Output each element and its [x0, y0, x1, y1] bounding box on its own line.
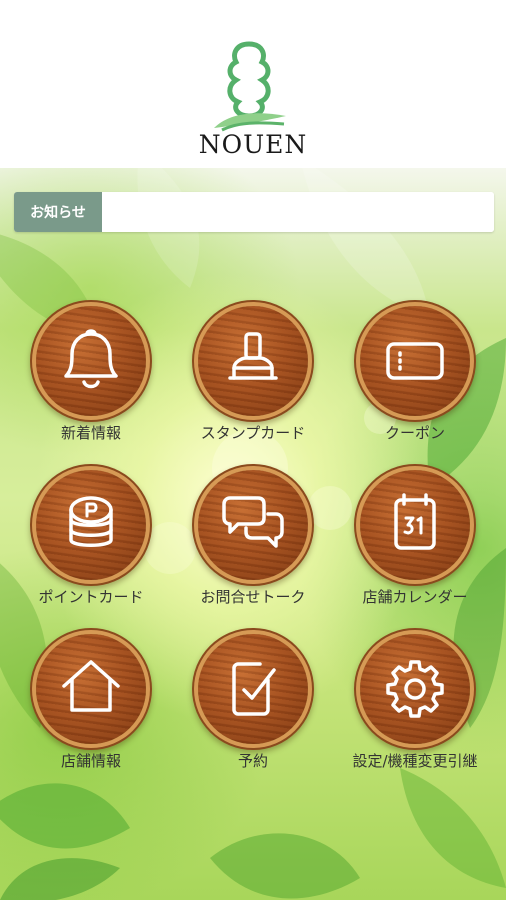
menu-settings-label: 設定/機種変更引継 [352, 752, 478, 770]
menu-store-calendar-label: 店舗カレンダー [362, 588, 468, 606]
chat-bubbles-icon [222, 496, 284, 548]
calendar-icon [394, 493, 436, 550]
brand-name: NOUEN [198, 130, 308, 159]
menu-store-info-button[interactable] [36, 634, 146, 744]
menu-reservation-button[interactable] [198, 634, 308, 744]
menu-settings-button[interactable] [360, 634, 470, 744]
app-header: NOUEN [0, 0, 506, 168]
menu-inquiry-talk-button[interactable] [198, 470, 308, 580]
house-icon [62, 660, 120, 712]
gear-icon [386, 660, 444, 718]
menu-point-card[interactable]: ポイントカード [11, 470, 171, 620]
coin-stack-icon [69, 496, 113, 547]
bell-icon [64, 329, 118, 389]
menu-store-info[interactable]: 店舗情報 [11, 634, 171, 784]
menu-coupon-label: クーポン [384, 424, 445, 442]
menu-coupon[interactable]: クーポン [335, 306, 495, 456]
coupon-icon [386, 342, 444, 380]
main-content: お知らせ 新着情報 スタンプカード クーポン ポイントカード お問合せトーク 店… [0, 168, 506, 900]
menu-news-button[interactable] [36, 306, 146, 416]
menu-settings[interactable]: 設定/機種変更引継 [335, 634, 495, 784]
nouen-tree-logo [214, 41, 286, 132]
news-ticker[interactable] [102, 192, 494, 232]
menu-store-calendar[interactable]: 店舗カレンダー [335, 470, 495, 620]
menu-stamp-card-button[interactable] [198, 306, 308, 416]
stamp-icon [228, 332, 278, 380]
menu-inquiry-talk[interactable]: お問合せトーク [173, 470, 333, 620]
menu-reservation[interactable]: 予約 [173, 634, 333, 784]
menu-coupon-button[interactable] [360, 306, 470, 416]
menu-store-calendar-button[interactable] [360, 470, 470, 580]
menu-point-card-button[interactable] [36, 470, 146, 580]
menu-news[interactable]: 新着情報 [11, 306, 171, 456]
news-bar[interactable]: お知らせ [14, 192, 494, 232]
menu-stamp-card[interactable]: スタンプカード [173, 306, 333, 456]
news-label: お知らせ [14, 192, 102, 232]
checkbox-icon [232, 662, 276, 716]
